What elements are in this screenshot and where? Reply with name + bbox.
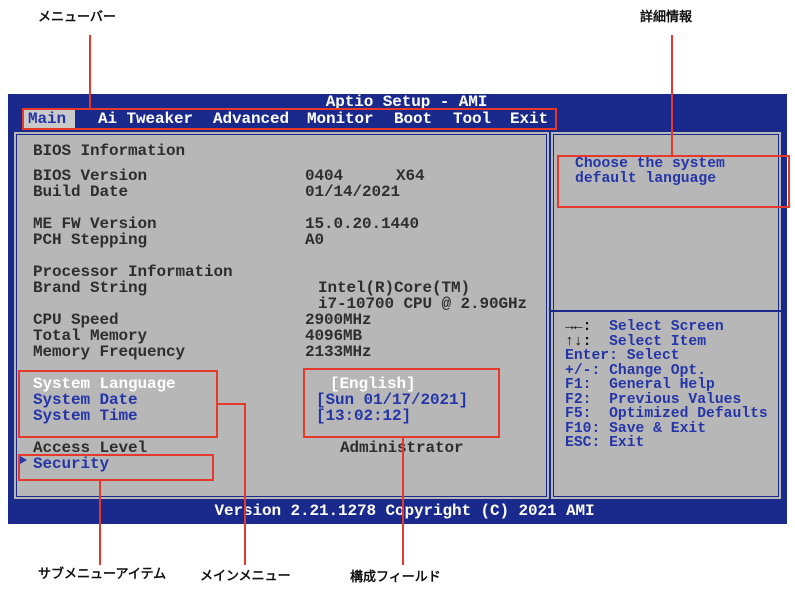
key-up-down: ↑↓: bbox=[565, 333, 592, 350]
key-f5: F5: bbox=[565, 406, 592, 422]
key-f1: F1: bbox=[565, 377, 592, 393]
config-fields-highlight-box bbox=[303, 368, 500, 438]
pch-stepping-value: A0 bbox=[305, 231, 325, 249]
key-legend-item: F1: General Help bbox=[565, 378, 768, 393]
key-desc: Exit bbox=[609, 435, 645, 451]
build-date-label: Build Date bbox=[33, 183, 129, 201]
main-menu-leader-line-horizontal bbox=[218, 403, 246, 405]
key-legend-item: F5: Optimized Defaults bbox=[565, 407, 768, 422]
build-date-value: 01/14/2021 bbox=[305, 183, 401, 201]
key-legend-item: →←: Select Screen bbox=[565, 320, 768, 335]
annotation-submenu-item-label: サブメニューアイテム bbox=[38, 567, 167, 582]
key-plus-minus: +/-: bbox=[565, 362, 601, 379]
item-details-leader-line bbox=[671, 35, 673, 155]
annotation-item-details-label: 詳細情報 bbox=[640, 10, 693, 25]
key-legend-item: Enter: Select bbox=[565, 349, 768, 364]
brand-string-row-continued: i7-10700 CPU @ 2.90GHz bbox=[8, 296, 548, 312]
bios-arch-value: X64 bbox=[396, 167, 425, 185]
key-left-right: →←: bbox=[565, 319, 592, 335]
pch-stepping-row: PCH Stepping A0 bbox=[8, 232, 548, 248]
key-legend: →←: Select Screen ↑↓: Select Item Enter: Se… bbox=[565, 320, 768, 451]
key-f10: F10: bbox=[565, 420, 601, 437]
me-fw-version-row: ME FW Version 15.0.20.1440 bbox=[8, 216, 548, 232]
bios-version-label: BIOS Version bbox=[33, 167, 148, 185]
memory-frequency-row: Memory Frequency 2133MHz bbox=[8, 344, 548, 360]
key-esc: ESC: bbox=[565, 435, 601, 451]
processor-information-heading-row: Processor Information bbox=[8, 264, 548, 280]
annotation-menu-bar-label: メニューバー bbox=[38, 10, 116, 25]
key-legend-item: F2: Previous Values bbox=[565, 391, 768, 408]
submenu-item-highlight-box bbox=[18, 454, 214, 481]
bios-information-heading: BIOS Information bbox=[33, 142, 186, 160]
brand-string-value-line1: Intel(R)Core(TM) bbox=[318, 279, 471, 297]
menu-bar-leader-line bbox=[89, 35, 91, 108]
key-legend-item: ESC: Exit bbox=[565, 436, 768, 451]
version-copyright-text: Version 2.21.1278 Copyright (C) 2021 AMI bbox=[214, 502, 595, 520]
key-legend-item: F10: Save & Exit bbox=[565, 420, 768, 437]
bios-footer: Version 2.21.1278 Copyright (C) 2021 AMI bbox=[8, 499, 787, 524]
config-fields-leader-line bbox=[402, 438, 404, 565]
cpu-speed-row: CPU Speed 2900MHz bbox=[8, 312, 548, 328]
me-fw-version-value: 15.0.20.1440 bbox=[305, 215, 420, 233]
bios-information-heading-row: BIOS Information bbox=[8, 143, 548, 159]
processor-information-heading: Processor Information bbox=[33, 263, 233, 281]
item-details-highlight-box bbox=[557, 155, 790, 208]
total-memory-label: Total Memory bbox=[33, 327, 148, 345]
key-enter: Enter: bbox=[565, 348, 618, 364]
bios-version-value: 0404 bbox=[305, 167, 344, 185]
menu-bar-highlight-box bbox=[22, 108, 557, 130]
brand-string-row: Brand String Intel(R)Core(TM) bbox=[8, 280, 548, 296]
brand-string-value-line2: i7-10700 CPU @ 2.90GHz bbox=[318, 295, 528, 313]
key-legend-item: ↑↓: Select Item bbox=[565, 333, 768, 350]
cpu-speed-label: CPU Speed bbox=[33, 311, 119, 329]
cpu-speed-value: 2900MHz bbox=[305, 311, 372, 329]
brand-string-label: Brand String bbox=[33, 279, 148, 297]
key-legend-item: +/-: Change Opt. bbox=[565, 362, 768, 379]
bios-version-row: BIOS Version 0404 X64 bbox=[8, 168, 548, 184]
key-f2: F2: bbox=[565, 391, 592, 408]
annotation-config-fields-label: 構成フィールド bbox=[350, 570, 441, 585]
build-date-row: Build Date 01/14/2021 bbox=[8, 184, 548, 200]
total-memory-value: 4096MB bbox=[305, 327, 363, 345]
me-fw-version-label: ME FW Version bbox=[33, 215, 157, 233]
main-menu-items-highlight-box bbox=[18, 370, 218, 438]
pch-stepping-label: PCH Stepping bbox=[33, 231, 148, 249]
help-divider bbox=[551, 310, 781, 312]
main-menu-leader-line-vertical bbox=[244, 403, 246, 565]
memory-frequency-value: 2133MHz bbox=[305, 343, 372, 361]
memory-frequency-label: Memory Frequency bbox=[33, 343, 186, 361]
total-memory-row: Total Memory 4096MB bbox=[8, 328, 548, 344]
bios-manual-figure: メニューバー 詳細情報 サブメニューアイテム メインメニュー 構成フィールド A… bbox=[0, 0, 795, 589]
submenu-item-leader-line bbox=[99, 481, 101, 565]
annotation-main-menu-label: メインメニュー bbox=[200, 569, 291, 584]
